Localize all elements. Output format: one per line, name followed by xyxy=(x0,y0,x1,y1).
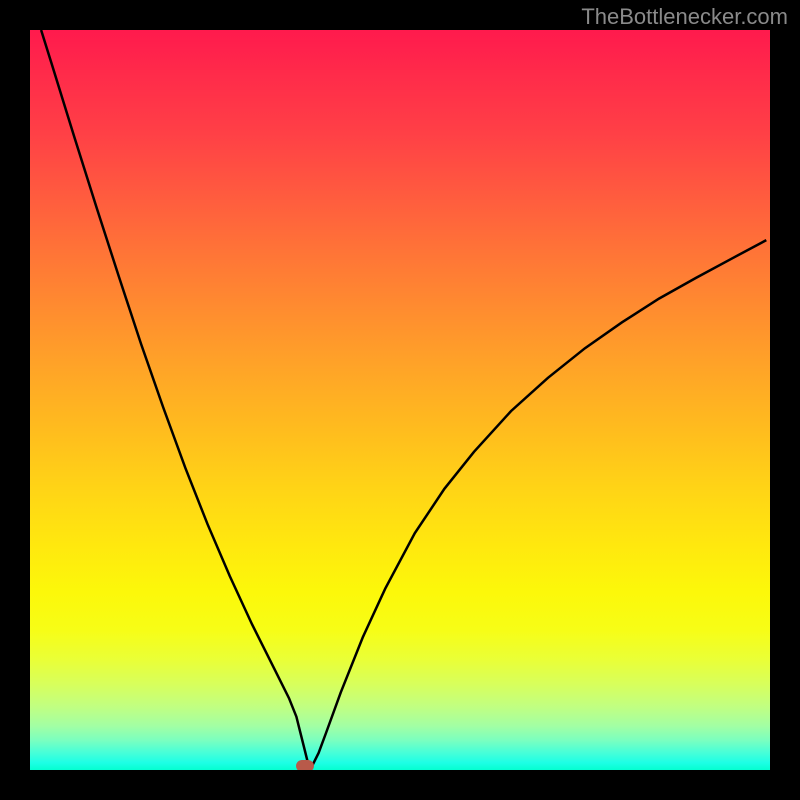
optimum-marker xyxy=(296,760,314,770)
chart-curve-layer xyxy=(30,30,770,770)
bottleneck-curve xyxy=(41,30,766,768)
chart-plot-area xyxy=(30,30,770,770)
attribution-text: TheBottlenecker.com xyxy=(581,4,788,30)
